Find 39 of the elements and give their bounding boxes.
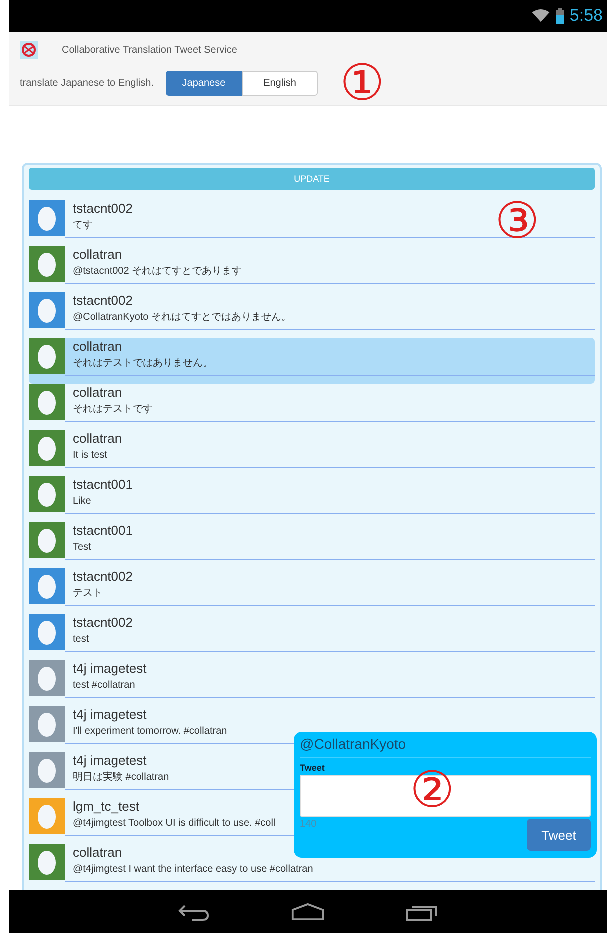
tweet-text: @CollatranKyoto それはてすとではありません。	[73, 311, 292, 325]
tweet-username: tstacnt002	[73, 614, 133, 632]
tweet-username: lgm_tc_test	[73, 798, 140, 816]
character-counter: 140	[300, 819, 317, 830]
tweet-text: それはテストではありません。	[73, 357, 213, 371]
tweet-username: collatran	[73, 844, 122, 862]
tweet-text: それはテストです	[73, 403, 153, 417]
tweet-text: test #collatran	[73, 679, 136, 693]
tweet-text: 明日は実験 #collatran	[73, 770, 170, 785]
tweet-username: t4j imagetest	[73, 660, 147, 678]
tweet-text: @t4jimgtest Toolbox UI is difficult to use. #coll	[73, 817, 276, 831]
tweet-username: t4j imagetest	[73, 706, 147, 724]
annotation-number: ②	[410, 765, 455, 815]
tweet-username: tstacnt002	[73, 568, 133, 586]
tweet-label: Tweet	[300, 763, 326, 773]
tweet-text: test	[73, 633, 90, 647]
annotation-number: ①	[340, 58, 385, 108]
tweet-username: tstacnt002	[73, 292, 133, 310]
tweet-username: t4j imagetest	[73, 752, 147, 770]
tweet-username: collatran	[73, 384, 122, 402]
tweet-text: Like	[73, 495, 92, 509]
tweet-text: Test	[73, 541, 92, 555]
tweet-text: It is test	[73, 449, 108, 463]
tweet-text: I'll experiment tomorrow. #collatran	[73, 725, 228, 739]
tweet-username: tstacnt001	[73, 476, 133, 494]
annotation-number: ③	[495, 196, 540, 246]
tweet-text: @tstacnt002 それはてすとであります	[73, 265, 242, 279]
tweet-username: tstacnt001	[73, 522, 133, 540]
clock-time: 5:58	[570, 6, 603, 26]
tweet-text: @t4jimgtest I want the interface easy to use #collatran	[73, 863, 314, 877]
tweet-username: collatran	[73, 430, 122, 448]
tweet-username: collatran	[73, 246, 122, 264]
tweet-username: tstacnt002	[73, 200, 133, 218]
tweet-text: テスト	[73, 587, 103, 601]
tweet-username: collatran	[73, 338, 122, 356]
translate-prompt: translate Japanese to English.	[20, 78, 154, 88]
account-name: @CollatranKyoto	[300, 736, 591, 758]
app-title: Collaborative Translation Tweet Service	[62, 44, 238, 56]
tweet-text: てす	[73, 219, 93, 233]
